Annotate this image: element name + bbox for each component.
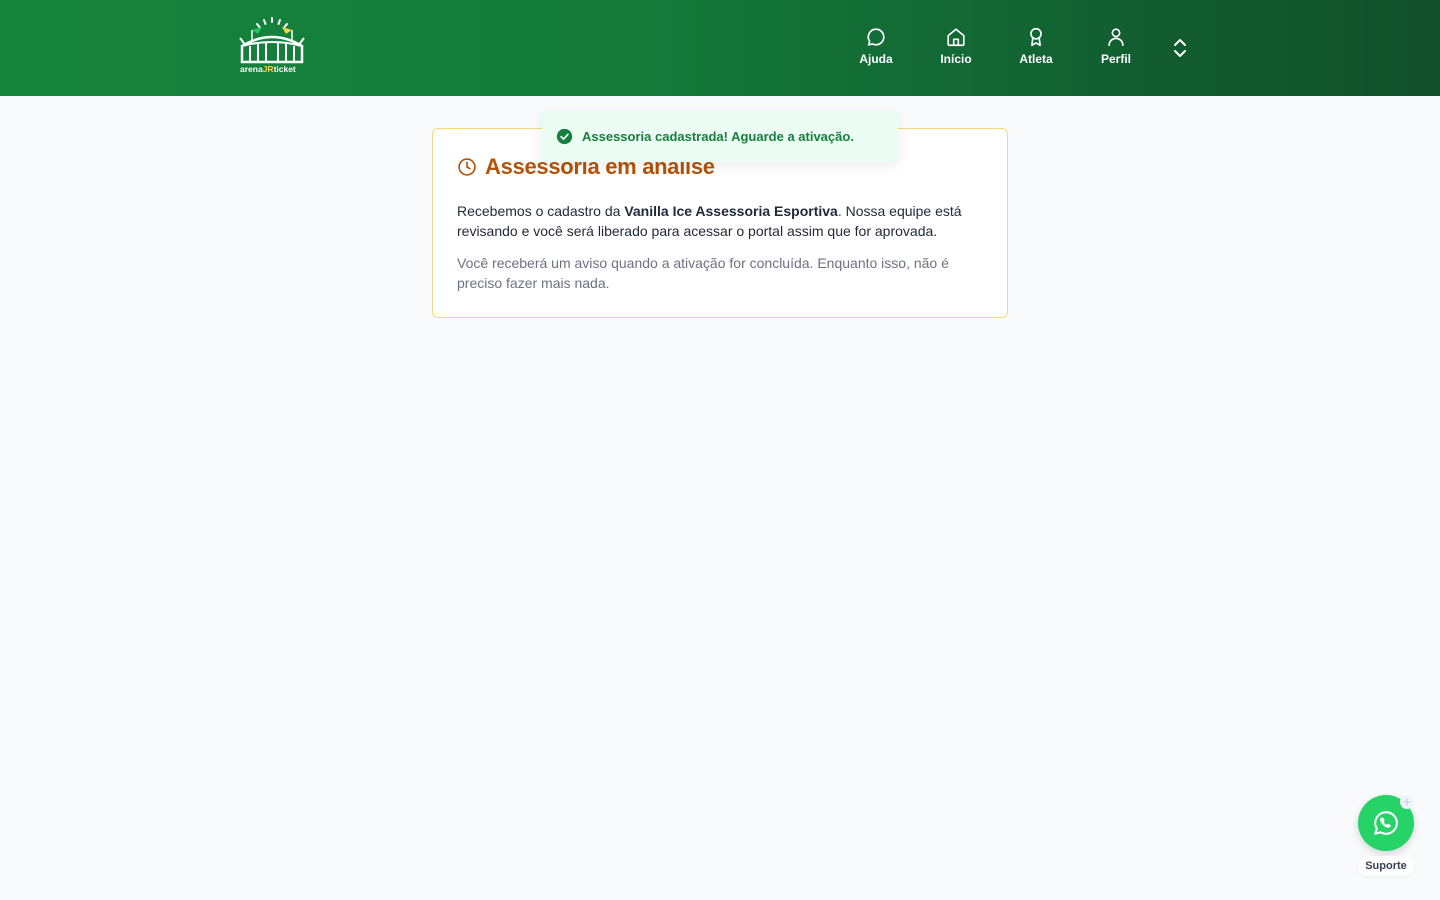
check-circle-icon [556, 128, 573, 144]
home-icon [947, 28, 965, 47]
nav-item-inicio[interactable]: Início [926, 26, 986, 70]
top-header: arenaJRticket Ajuda Início Atleta Perfil [0, 0, 1440, 96]
nav-label-atleta: Atleta [1019, 52, 1053, 66]
clock-icon [458, 158, 476, 176]
brand-wordmark: arenaJRticket [240, 64, 296, 74]
nav-label-perfil: Perfil [1100, 52, 1131, 66]
whatsapp-icon [1374, 811, 1398, 835]
chevron-up-down-icon[interactable] [1168, 36, 1192, 60]
toast-message: Assessoria cadastrada! Aguarde a ativaçã… [582, 128, 854, 144]
support-label: Suporte [1358, 856, 1414, 876]
nav-item-atleta[interactable]: Atleta [1006, 26, 1066, 70]
card-note: Você receberá um aviso quando a ativação… [457, 255, 949, 291]
success-toast[interactable]: Assessoria cadastrada! Aguarde a ativaçã… [542, 110, 898, 162]
user-icon [1108, 28, 1124, 47]
nav-label-ajuda: Ajuda [859, 52, 893, 66]
nav-label-inicio: Início [940, 52, 972, 66]
close-icon [1403, 798, 1411, 806]
chat-bubble-icon [867, 28, 885, 46]
nav-item-ajuda[interactable]: Ajuda [846, 26, 906, 70]
card-message: Recebemos o cadastro da Vanilla Ice Asse… [457, 203, 962, 239]
nav-item-perfil[interactable]: Perfil [1086, 26, 1146, 70]
support-dismiss-button[interactable] [1400, 795, 1414, 809]
agency-name: Vanilla Ice Assessoria Esportiva [624, 203, 838, 219]
medal-icon [1030, 27, 1042, 47]
